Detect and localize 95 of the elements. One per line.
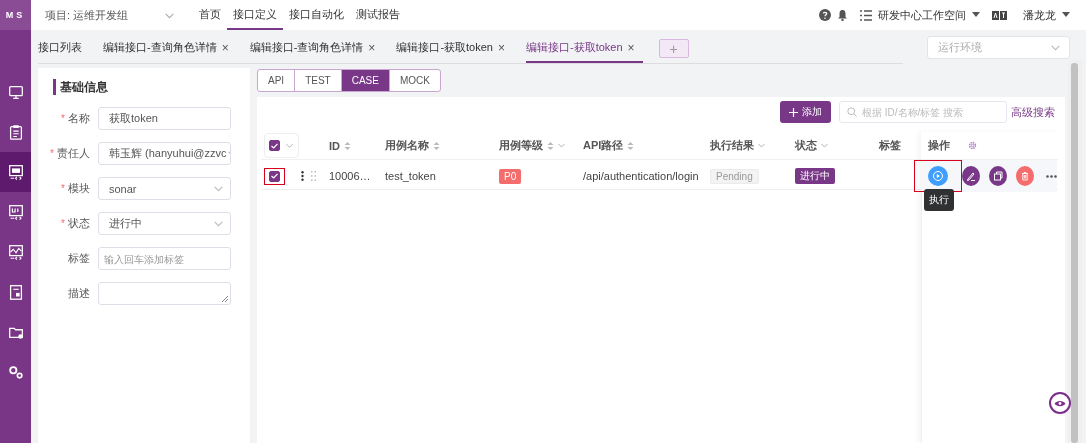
column-header: ID <box>329 139 340 152</box>
field-label: 描述 <box>68 286 90 301</box>
code-screen-icon <box>6 163 25 181</box>
close-tab-button[interactable]: × <box>221 40 229 55</box>
tab-label: 编辑接口-查询角色详情 <box>249 40 364 55</box>
tab-label: 接口列表 <box>38 40 82 55</box>
language-icon[interactable] <box>992 10 1007 20</box>
user-name: 潘龙龙 <box>1023 7 1056 23</box>
table-cell: 10006… <box>329 170 371 182</box>
resize-grip-icon <box>222 296 228 302</box>
view-tab[interactable]: TEST <box>294 70 341 91</box>
settings-icon[interactable] <box>967 140 978 151</box>
column-header: 用例等级 <box>499 138 543 153</box>
field-label: 标签 <box>68 251 90 266</box>
delete-button[interactable] <box>1016 166 1034 186</box>
column-header: 用例名称 <box>385 138 429 153</box>
text-field[interactable]: 获取token <box>98 107 231 130</box>
code-window-icon <box>6 203 25 221</box>
field-label: 状态 <box>68 216 90 231</box>
check-icon <box>271 142 278 149</box>
nav-tab[interactable]: 测试报告 <box>350 0 406 30</box>
column-header: 状态 <box>795 138 817 153</box>
help-icon[interactable] <box>819 9 831 21</box>
check-icon <box>271 173 278 179</box>
view-tab[interactable]: API <box>258 70 295 91</box>
edit-button[interactable] <box>962 166 980 186</box>
editor-tab[interactable]: 编辑接口-获取token × <box>525 34 643 63</box>
list-icon[interactable] <box>860 9 872 21</box>
column-header: 执行结果 <box>710 138 754 153</box>
editor-tab[interactable]: 接口列表 <box>38 34 90 63</box>
checkbox[interactable] <box>269 170 280 182</box>
scrollbar[interactable] <box>1068 60 1082 443</box>
run-button[interactable] <box>928 166 948 186</box>
checkbox[interactable] <box>269 140 280 151</box>
drag-handle-icon[interactable] <box>311 171 316 181</box>
editor-tab[interactable]: 编辑接口-获取token × <box>396 34 513 63</box>
app-logo: MS <box>0 0 31 30</box>
trash-icon <box>1019 170 1031 182</box>
eye-icon <box>1054 399 1066 407</box>
close-tab-button[interactable]: × <box>497 40 505 55</box>
select-all-dropdown[interactable] <box>264 133 299 158</box>
more-icon[interactable] <box>1046 174 1057 178</box>
result-badge: Pending <box>710 168 759 184</box>
column-header: API路径 <box>583 138 624 153</box>
add-button[interactable]: 添加 <box>780 101 831 123</box>
field-label: 责任人 <box>57 146 90 161</box>
monitor-icon <box>6 83 25 101</box>
play-icon <box>932 170 944 182</box>
caret-icon <box>972 12 980 18</box>
caret-icon <box>285 141 294 150</box>
caret-icon <box>1062 12 1070 18</box>
chart-window-icon <box>6 243 25 261</box>
copy-button[interactable] <box>989 166 1007 186</box>
field-label: 名称 <box>68 111 90 126</box>
tab-label: 编辑接口-获取token <box>525 40 623 55</box>
bell-icon[interactable] <box>837 9 848 21</box>
nav-tab[interactable]: 接口自动化 <box>283 0 350 30</box>
column-header: 操作 <box>928 138 950 153</box>
priority-badge: P0 <box>499 168 522 184</box>
pencil-icon <box>965 170 977 182</box>
gears-icon <box>6 363 25 381</box>
project-dropdown[interactable]: 项目: 运维开发组 <box>45 0 175 30</box>
column-header: 标签 <box>879 138 901 153</box>
required-mark: * <box>61 183 65 194</box>
tab-label: 编辑接口-查询角色详情 <box>103 40 217 55</box>
copy-icon <box>992 170 1004 182</box>
section-title: 基础信息 <box>53 79 108 95</box>
close-tab-button[interactable]: × <box>368 40 376 55</box>
view-tab[interactable]: MOCK <box>388 70 440 91</box>
close-tab-button[interactable]: × <box>627 40 635 55</box>
advanced-search-link[interactable]: 高级搜索 <box>1011 104 1055 120</box>
project-name: 项目: 运维开发组 <box>45 7 129 23</box>
text-field[interactable]: 输入回车添加标签 <box>98 247 231 270</box>
editor-tab[interactable]: 编辑接口-查询角色详情 × <box>249 34 384 63</box>
required-mark: * <box>61 218 65 229</box>
table-cell: /api/authentication/login <box>583 170 699 182</box>
nav-tab[interactable]: 首页 <box>193 0 227 30</box>
select-field[interactable]: 进行中 <box>98 212 231 235</box>
kebab-icon[interactable] <box>301 171 304 181</box>
search-icon <box>847 107 857 117</box>
required-mark: * <box>61 113 65 124</box>
select-field[interactable]: sonar <box>98 177 231 200</box>
user-dropdown[interactable]: 潘龙龙 <box>1023 7 1070 23</box>
status-badge: 进行中 <box>795 168 835 184</box>
sidebar-item[interactable] <box>0 152 31 192</box>
table-cell: test_token <box>385 170 436 182</box>
view-tab[interactable]: CASE <box>340 70 389 91</box>
tooltip: 执行 <box>924 189 954 211</box>
select-field[interactable]: 韩玉辉 (hanyuhui@zzvc <box>98 142 231 165</box>
field-label: 模块 <box>68 181 90 196</box>
dropdown-placeholder: 运行环境 <box>938 39 982 55</box>
required-mark: * <box>50 148 54 159</box>
editor-tab[interactable]: 编辑接口-查询角色详情 × <box>103 34 237 63</box>
plus-icon <box>789 107 798 117</box>
tab-label: 编辑接口-获取token <box>396 40 493 55</box>
